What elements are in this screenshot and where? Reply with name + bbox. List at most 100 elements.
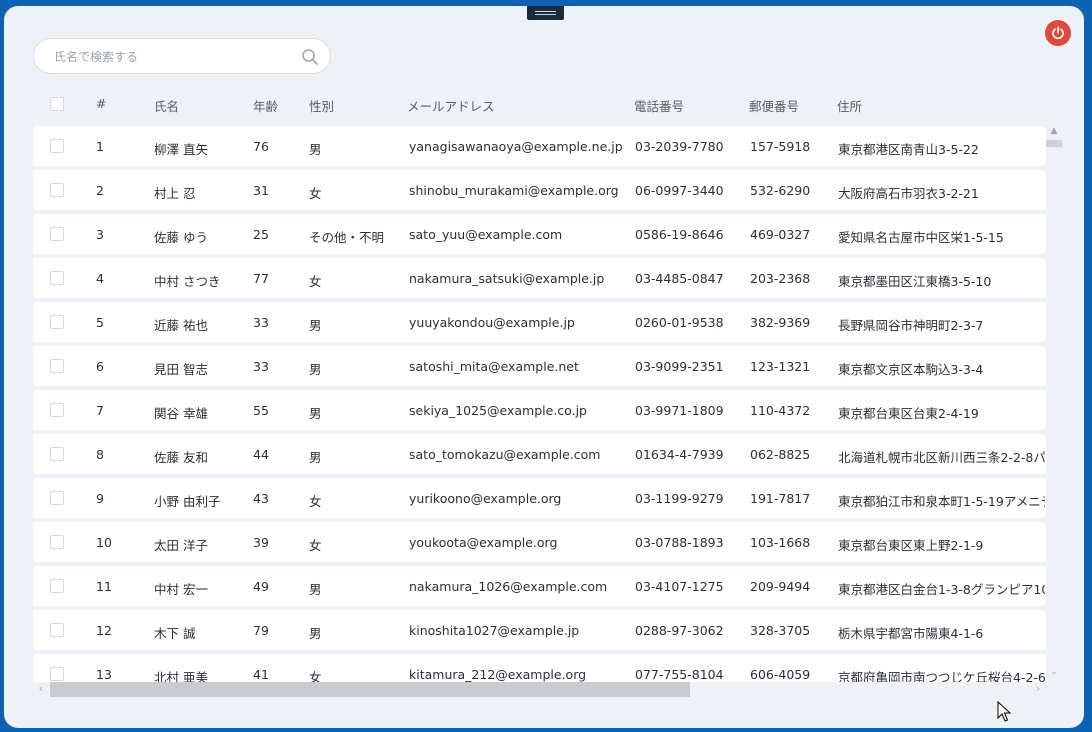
- table-row[interactable]: 11 中村 宏一 49 男 nakamura_1026@example.com 03-41…: [33, 566, 1046, 606]
- cell-phone: 0586-19-8646: [635, 227, 724, 242]
- cell-name: 柳澤 直矢: [154, 142, 208, 157]
- cell-email: yurikoono@example.org: [409, 491, 562, 506]
- horizontal-scrollbar[interactable]: ‹ ›: [33, 681, 1047, 697]
- window-drag-handle[interactable]: [527, 6, 564, 20]
- vertical-scrollbar[interactable]: ▲ ⌄: [1046, 126, 1062, 681]
- horizontal-scroll-thumb[interactable]: [50, 682, 690, 697]
- cell-no: 1: [96, 139, 104, 154]
- row-checkbox[interactable]: [50, 227, 64, 241]
- cell-address: 東京都文京区本駒込3-3-4: [838, 362, 984, 377]
- cell-age: 39: [253, 535, 269, 550]
- select-all-checkbox[interactable]: [50, 97, 64, 111]
- cell-address: 栃木県宇都宮市陽東4-1-6: [838, 626, 984, 641]
- row-checkbox[interactable]: [50, 403, 64, 417]
- table-row[interactable]: 13 北村 亜美 41 女 kitamura_212@example.org 077-75…: [33, 654, 1046, 682]
- table-row[interactable]: 7 関谷 幸雄 55 男 sekiya_1025@example.co.jp 03-997…: [33, 390, 1046, 430]
- column-header-phone[interactable]: 電話番号: [634, 96, 684, 115]
- column-header-zip[interactable]: 郵便番号: [749, 96, 799, 115]
- search-box: [33, 38, 331, 74]
- table-row[interactable]: 9 小野 由利子 43 女 yurikoono@example.org 03-1199-9…: [33, 478, 1046, 518]
- mouse-cursor-icon: [997, 701, 1011, 722]
- cell-address: 京都府亀岡市南つつじケ丘桜台4-2-67: [838, 670, 1045, 682]
- cell-email: youkoota@example.org: [409, 535, 558, 550]
- cell-gender: 男: [309, 450, 322, 465]
- cell-phone: 03-0788-1893: [635, 535, 724, 550]
- scroll-up-icon[interactable]: ▲: [1049, 126, 1059, 136]
- column-header-name[interactable]: 氏名: [154, 96, 179, 115]
- cell-email: yuuyakondou@example.jp: [409, 315, 575, 330]
- table-body: 1 柳澤 直矢 7 6 男 yanagisawanaoya@example.ne.jp 03…: [33, 126, 1046, 682]
- table-row[interactable]: 10 太田 洋子 39 女 youkoota@example.org 03-0788-18…: [33, 522, 1046, 562]
- cell-zip: 209-9494: [750, 579, 811, 594]
- cell-name: 村上 忍: [154, 186, 196, 201]
- cell-no: 9: [96, 491, 104, 506]
- cell-address: 東京都狛江市和泉本町1-5-19アメニテ: [838, 494, 1045, 509]
- cell-zip: 157-5918: [750, 139, 811, 154]
- cell-zip: 469-0327: [750, 227, 811, 242]
- row-checkbox[interactable]: [50, 447, 64, 461]
- table-row[interactable]: 5 近藤 祐也 33 男 yuuyakondou@example.jp 0260-01-9…: [33, 302, 1046, 342]
- cell-no: 11: [96, 579, 112, 594]
- row-checkbox[interactable]: [50, 491, 64, 505]
- cell-phone: 03-4107-1275: [635, 579, 724, 594]
- table-row[interactable]: 6 見田 智志 33 男 satoshi_mita@example.net 03-9099…: [33, 346, 1046, 386]
- column-header-gender[interactable]: 性別: [309, 96, 334, 115]
- table-row[interactable]: 2 村上 忍 31 女 shinobu_murakami@example.org 06-0…: [33, 170, 1046, 210]
- row-checkbox[interactable]: [50, 359, 64, 373]
- cell-phone: 03-9971-1809: [635, 403, 724, 418]
- app-window: # 氏名 年齢 性別 メールアドレス 電話番号 郵便番号 住所 1 柳澤 直矢 7 6…: [4, 6, 1084, 728]
- cell-gender: 女: [309, 186, 322, 201]
- cell-gender: 男: [309, 406, 322, 421]
- cell-phone: 01634-4-7939: [635, 447, 724, 462]
- cell-gender: その他・不明: [309, 230, 385, 245]
- cell-email: sato_yuu@example.com: [409, 227, 563, 242]
- cell-no: 6: [96, 359, 104, 374]
- scroll-down-icon[interactable]: ⌄: [1049, 667, 1059, 677]
- cell-no: 7: [96, 403, 104, 418]
- table-row[interactable]: 4 中村 さつき 77 女 nakamura_satsuki@example.jp 03-…: [33, 258, 1046, 298]
- cell-email: yanagisawanaoya@example.ne.jp: [409, 139, 623, 154]
- cell-name: 中村 さつき: [154, 274, 221, 289]
- scroll-left-icon[interactable]: ‹: [35, 683, 47, 695]
- cell-zip: 062-8825: [750, 447, 811, 462]
- cell-email: sekiya_1025@example.co.jp: [409, 403, 587, 418]
- column-header-no[interactable]: #: [96, 96, 106, 111]
- cell-name: 北村 亜美: [154, 670, 208, 682]
- row-checkbox[interactable]: [50, 271, 64, 285]
- cell-zip: 203-2368: [750, 271, 811, 286]
- column-header-age[interactable]: 年齢: [253, 96, 278, 115]
- row-checkbox[interactable]: [50, 535, 64, 549]
- cell-email: nakamura_satsuki@example.jp: [409, 271, 605, 286]
- cell-zip: 191-7817: [750, 491, 811, 506]
- column-header-email[interactable]: メールアドレス: [407, 96, 495, 115]
- column-header-address[interactable]: 住所: [837, 96, 862, 115]
- search-input[interactable]: [52, 46, 296, 68]
- cell-no: 10: [96, 535, 112, 550]
- power-button[interactable]: [1045, 20, 1071, 46]
- table-row[interactable]: 3 佐藤 ゆう 25 その他・不明 sato_yuu@example.com 0586-1…: [33, 214, 1046, 254]
- cell-no: 8: [96, 447, 104, 462]
- cell-name: 太田 洋子: [154, 538, 208, 553]
- row-checkbox[interactable]: [50, 667, 64, 681]
- cell-address: 大阪府高石市羽衣3-2-21: [838, 186, 979, 201]
- scroll-right-icon[interactable]: ›: [1032, 683, 1044, 695]
- row-checkbox[interactable]: [50, 579, 64, 593]
- cell-phone: 077-755-8104: [635, 667, 724, 682]
- cell-zip: 123-1321: [750, 359, 811, 374]
- cell-address: 東京都港区白金台1-3-8グランピア108: [838, 582, 1045, 597]
- cell-zip: 606-4059: [750, 667, 811, 682]
- table-row[interactable]: 12 木下 誠 79 男 kinoshita1027@example.jp 0288-97…: [33, 610, 1046, 650]
- row-checkbox[interactable]: [50, 315, 64, 329]
- table-row[interactable]: 8 佐藤 友和 44 男 sato_tomokazu@example.com 01634-…: [33, 434, 1046, 474]
- cell-no: 3: [96, 227, 104, 242]
- row-checkbox[interactable]: [50, 139, 64, 153]
- cell-gender: 男: [309, 362, 322, 377]
- cell-name: 近藤 祐也: [154, 318, 208, 333]
- row-checkbox[interactable]: [50, 183, 64, 197]
- search-icon[interactable]: [301, 48, 319, 66]
- cell-age: 25: [253, 227, 269, 242]
- vertical-scroll-thumb[interactable]: [1046, 140, 1062, 147]
- row-checkbox[interactable]: [50, 623, 64, 637]
- table-header: # 氏名 年齢 性別 メールアドレス 電話番号 郵便番号 住所: [33, 93, 1047, 115]
- table-row[interactable]: 1 柳澤 直矢 76 男 yanagisawanaoya@example.ne.jp 03…: [33, 126, 1046, 166]
